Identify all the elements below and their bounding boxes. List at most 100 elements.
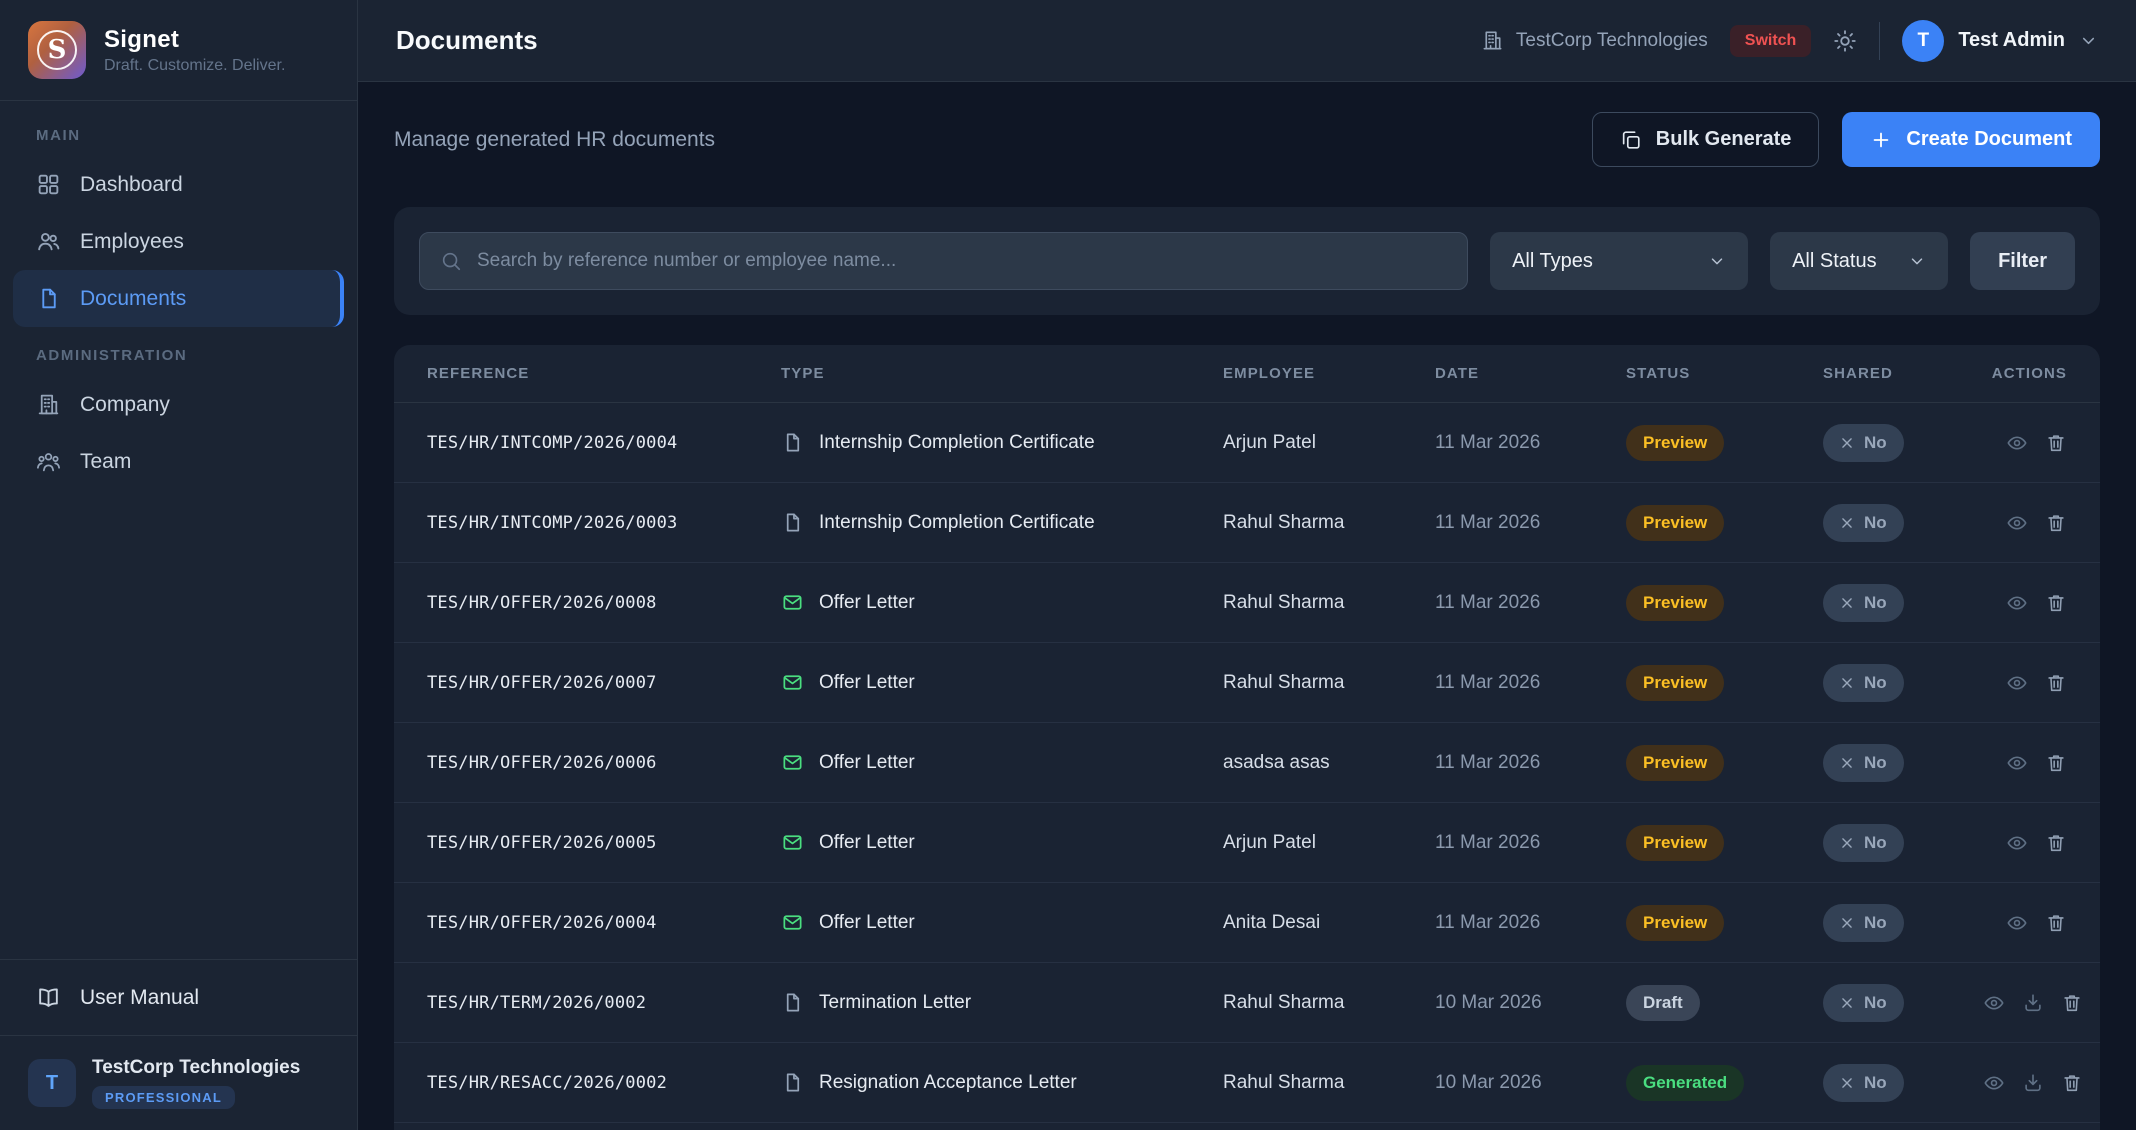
type-label: Offer Letter: [819, 752, 915, 774]
bulk-generate-label: Bulk Generate: [1656, 128, 1792, 151]
create-document-button[interactable]: Create Document: [1842, 112, 2100, 167]
bulk-generate-button[interactable]: Bulk Generate: [1592, 112, 1820, 167]
employee-cell: Anita Desai: [1223, 912, 1435, 934]
create-document-label: Create Document: [1906, 128, 2072, 151]
x-icon: [1840, 916, 1854, 930]
actions-cell: [1983, 672, 2067, 694]
view-button[interactable]: [2006, 432, 2028, 454]
type-cell: Internship Completion Certificate: [781, 511, 1223, 534]
brand-tagline: Draft. Customize. Deliver.: [104, 57, 285, 75]
status-badge: Preview: [1626, 505, 1724, 541]
type-label: Offer Letter: [819, 672, 915, 694]
divider: [1879, 22, 1880, 60]
type-label: Resignation Acceptance Letter: [819, 1072, 1077, 1094]
x-icon: [1840, 596, 1854, 610]
sidebar-item-label: Employees: [80, 230, 184, 254]
shared-badge: No: [1823, 984, 1904, 1022]
sun-icon: [1833, 29, 1857, 53]
sidebar-item-label: Documents: [80, 287, 186, 311]
x-icon: [1840, 1076, 1854, 1090]
filter-button[interactable]: Filter: [1970, 232, 2075, 290]
delete-button[interactable]: [2061, 992, 2083, 1014]
team-icon: [36, 449, 61, 474]
type-filter-select[interactable]: All Types: [1490, 232, 1748, 290]
switch-org-button[interactable]: Switch: [1730, 25, 1812, 57]
brand-name: Signet: [104, 26, 285, 54]
org-avatar: T: [28, 1059, 76, 1107]
actions-cell: [1983, 1072, 2083, 1094]
sidebar-item-label: Team: [80, 450, 131, 474]
reference-cell: TES/HR/INTCOMP/2026/0003: [427, 513, 677, 533]
sidebar-item-employees[interactable]: Employees: [13, 213, 344, 270]
status-filter-select[interactable]: All Status: [1770, 232, 1948, 290]
type-label: Offer Letter: [819, 832, 915, 854]
sidebar-item-company[interactable]: Company: [13, 376, 344, 433]
delete-button[interactable]: [2045, 752, 2067, 774]
view-button[interactable]: [2006, 512, 2028, 534]
content: Manage generated HR documents Bulk Gener…: [358, 82, 2136, 1130]
view-button[interactable]: [2006, 592, 2028, 614]
user-menu[interactable]: T Test Admin: [1902, 20, 2098, 62]
view-button[interactable]: [2006, 832, 2028, 854]
actions-cell: [1983, 512, 2067, 534]
download-button[interactable]: [2022, 1072, 2044, 1094]
delete-button[interactable]: [2045, 432, 2067, 454]
view-button[interactable]: [1983, 1072, 2005, 1094]
sidebar-item-label: Company: [80, 393, 170, 417]
table-header: Reference Type Employee Date Status Shar…: [394, 345, 2100, 403]
sidebar-item-dashboard[interactable]: Dashboard: [13, 156, 344, 213]
type-cell: Termination Letter: [781, 991, 1223, 1014]
shared-badge: No: [1823, 744, 1904, 782]
status-filter-value: All Status: [1792, 250, 1876, 273]
delete-button[interactable]: [2045, 912, 2067, 934]
employee-cell: Rahul Sharma: [1223, 1072, 1435, 1094]
view-button[interactable]: [2006, 672, 2028, 694]
book-icon: [36, 985, 61, 1010]
sidebar-item-documents[interactable]: Documents: [13, 270, 344, 327]
table-body: TES/HR/INTCOMP/2026/0004 Internship Comp…: [394, 403, 2100, 1123]
date-cell: 11 Mar 2026: [1435, 672, 1626, 694]
table-row: TES/HR/OFFER/2026/0008 Offer Letter Rahu…: [394, 563, 2100, 643]
delete-button[interactable]: [2061, 1072, 2083, 1094]
type-label: Offer Letter: [819, 912, 915, 934]
actions-cell: [1983, 432, 2067, 454]
employee-cell: Arjun Patel: [1223, 432, 1435, 454]
brand-header: S Signet Draft. Customize. Deliver.: [0, 0, 357, 101]
delete-button[interactable]: [2045, 512, 2067, 534]
view-button[interactable]: [2006, 912, 2028, 934]
search-input[interactable]: [477, 250, 1447, 272]
view-button[interactable]: [1983, 992, 2005, 1014]
mail-icon: [781, 911, 804, 934]
table-row: TES/HR/OFFER/2026/0007 Offer Letter Rahu…: [394, 643, 2100, 723]
view-button[interactable]: [2006, 752, 2028, 774]
download-button[interactable]: [2022, 992, 2044, 1014]
delete-button[interactable]: [2045, 832, 2067, 854]
user-manual-link[interactable]: User Manual: [0, 960, 357, 1036]
delete-button[interactable]: [2045, 672, 2067, 694]
x-icon: [1840, 996, 1854, 1010]
file-icon: [781, 1071, 804, 1094]
column-header: Actions: [1983, 365, 2067, 382]
sidebar-item-label: Dashboard: [80, 173, 183, 197]
search-icon: [440, 250, 462, 272]
mail-icon: [781, 671, 804, 694]
shared-badge: No: [1823, 504, 1904, 542]
reference-cell: TES/HR/TERM/2026/0002: [427, 993, 646, 1013]
main-area: Documents TestCorp Technologies Switch T…: [358, 0, 2136, 1130]
file-icon: [781, 511, 804, 534]
mail-icon: [781, 751, 804, 774]
status-badge: Preview: [1626, 665, 1724, 701]
type-cell: Internship Completion Certificate: [781, 431, 1223, 454]
type-cell: Offer Letter: [781, 831, 1223, 854]
actions-cell: [1983, 832, 2067, 854]
plus-icon: [1870, 129, 1892, 151]
org-chip: TestCorp Technologies: [1481, 29, 1708, 52]
delete-button[interactable]: [2045, 592, 2067, 614]
theme-toggle-button[interactable]: [1833, 29, 1857, 53]
x-icon: [1840, 756, 1854, 770]
sidebar-item-team[interactable]: Team: [13, 433, 344, 490]
file-icon: [781, 431, 804, 454]
mail-icon: [781, 831, 804, 854]
sidebar-footer: User Manual T TestCorp Technologies PROF…: [0, 959, 357, 1130]
page-subtitle: Manage generated HR documents: [394, 128, 715, 152]
